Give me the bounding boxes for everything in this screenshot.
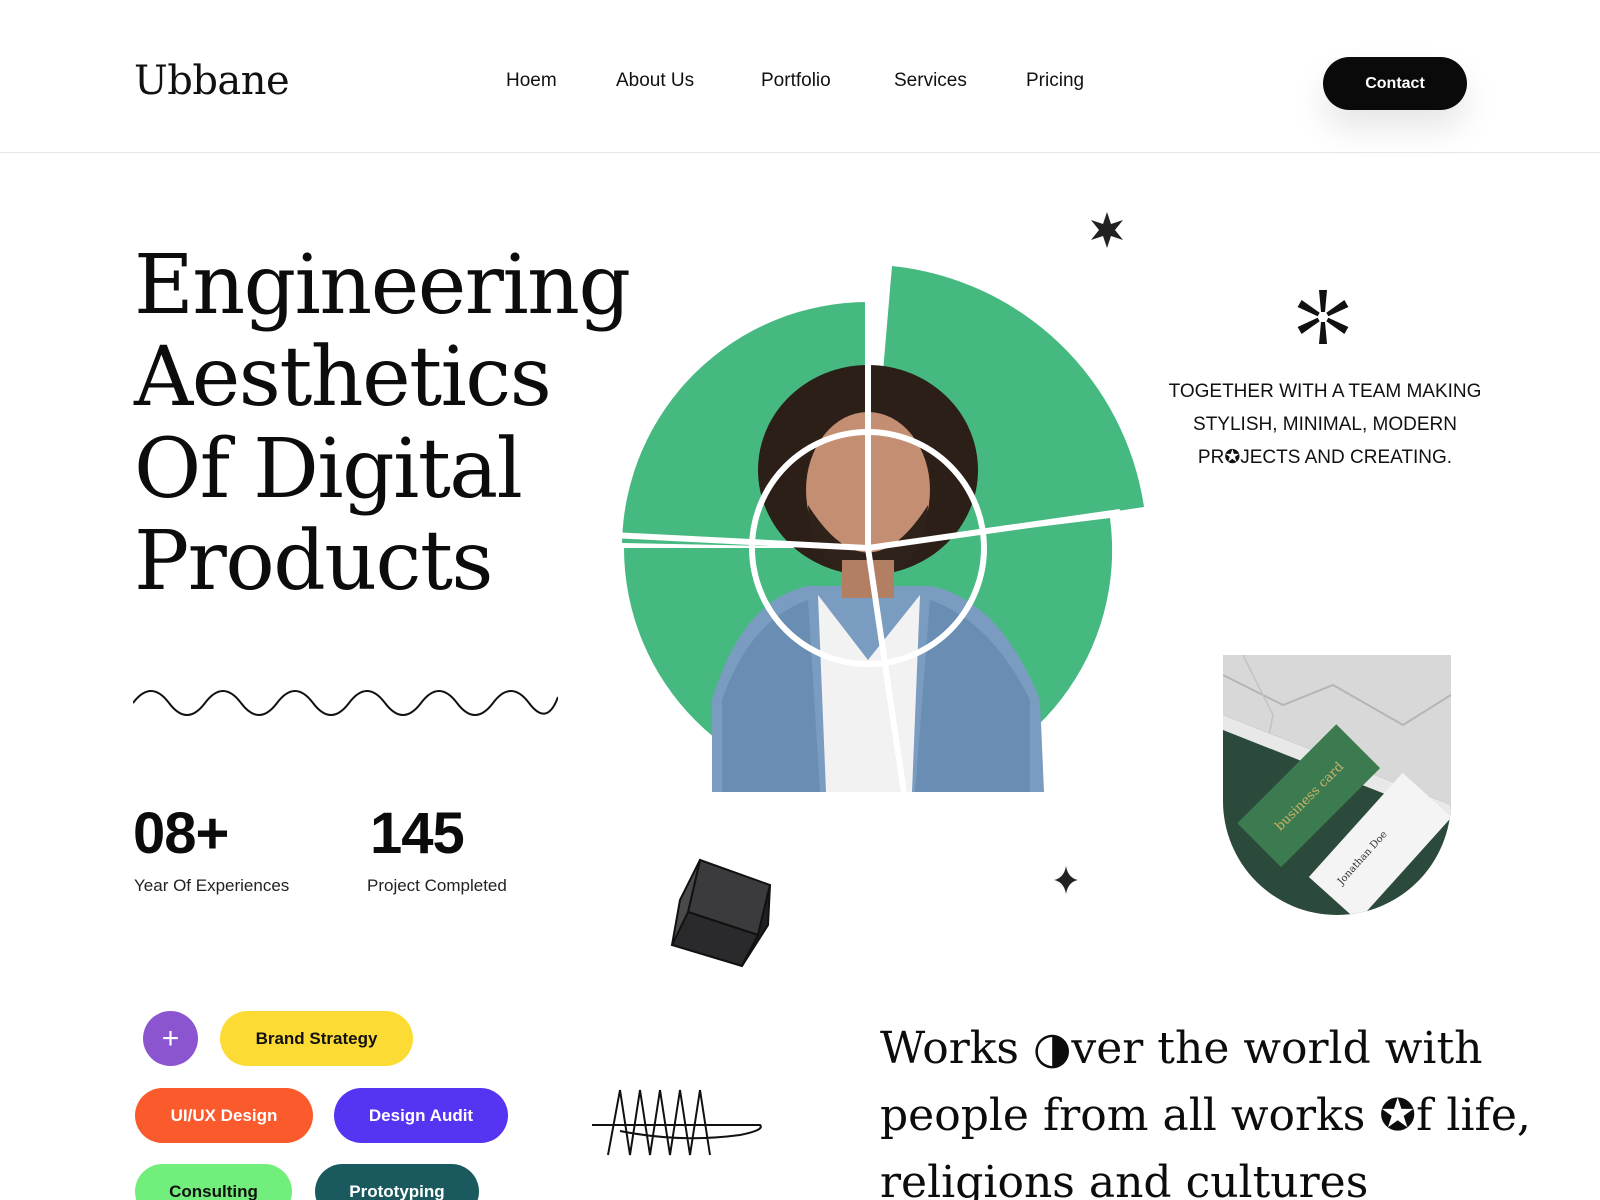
tagline-line: STYLISH, MINIMAL, MODERN <box>1193 414 1457 435</box>
tag-ui-ux-design[interactable]: UI/UX Design <box>135 1088 313 1143</box>
stat-experience-label: Year Of Experiences <box>134 876 290 895</box>
sparkle-icon <box>1054 866 1078 894</box>
business-card-image: business card Jonathan Doe <box>1223 655 1451 915</box>
nav-home[interactable]: Hoem <box>506 70 557 92</box>
tag-prototyping[interactable]: Prototyping <box>315 1164 479 1200</box>
stat-projects-value: 145 <box>370 801 465 866</box>
works-line: religions and cultures <box>880 1157 1369 1200</box>
nav-about-us[interactable]: About Us <box>616 70 694 92</box>
cube-icon <box>670 858 772 968</box>
contact-button[interactable]: Contact <box>1323 57 1467 110</box>
hero-tagline: TOGETHER WITH A TEAM MAKING STYLISH, MIN… <box>1160 375 1490 474</box>
works-line: Works ◑ver the world with <box>880 1023 1483 1074</box>
tagline-line: PR✪JECTS AND CREATING. <box>1197 447 1453 468</box>
hero-portrait-graphic <box>611 212 1144 968</box>
add-tag-button[interactable]: + <box>143 1011 198 1066</box>
nav-services[interactable]: Services <box>894 70 967 92</box>
nav-pricing[interactable]: Pricing <box>1026 70 1084 92</box>
tag-consulting[interactable]: Consulting <box>135 1164 292 1200</box>
stat-experience-value: 08+ <box>133 801 229 866</box>
tag-brand-strategy[interactable]: Brand Strategy <box>220 1011 413 1066</box>
wave-divider-icon <box>133 690 558 716</box>
tag-design-audit[interactable]: Design Audit <box>334 1088 508 1143</box>
logo[interactable]: Ubbane <box>134 58 290 104</box>
starburst-icon <box>1091 212 1123 248</box>
scribble-icon <box>592 1089 762 1156</box>
asterisk-icon <box>1297 290 1349 344</box>
works-line: people from all works ✪f life, <box>880 1090 1531 1141</box>
tagline-line: TOGETHER WITH A TEAM MAKING <box>1168 381 1482 402</box>
works-statement: Works ◑ver the world with people from al… <box>880 1015 1580 1200</box>
site-header: Ubbane Hoem About Us Portfolio Services … <box>0 0 1600 153</box>
stat-projects-label: Project Completed <box>367 876 507 895</box>
nav-portfolio[interactable]: Portfolio <box>761 70 831 92</box>
